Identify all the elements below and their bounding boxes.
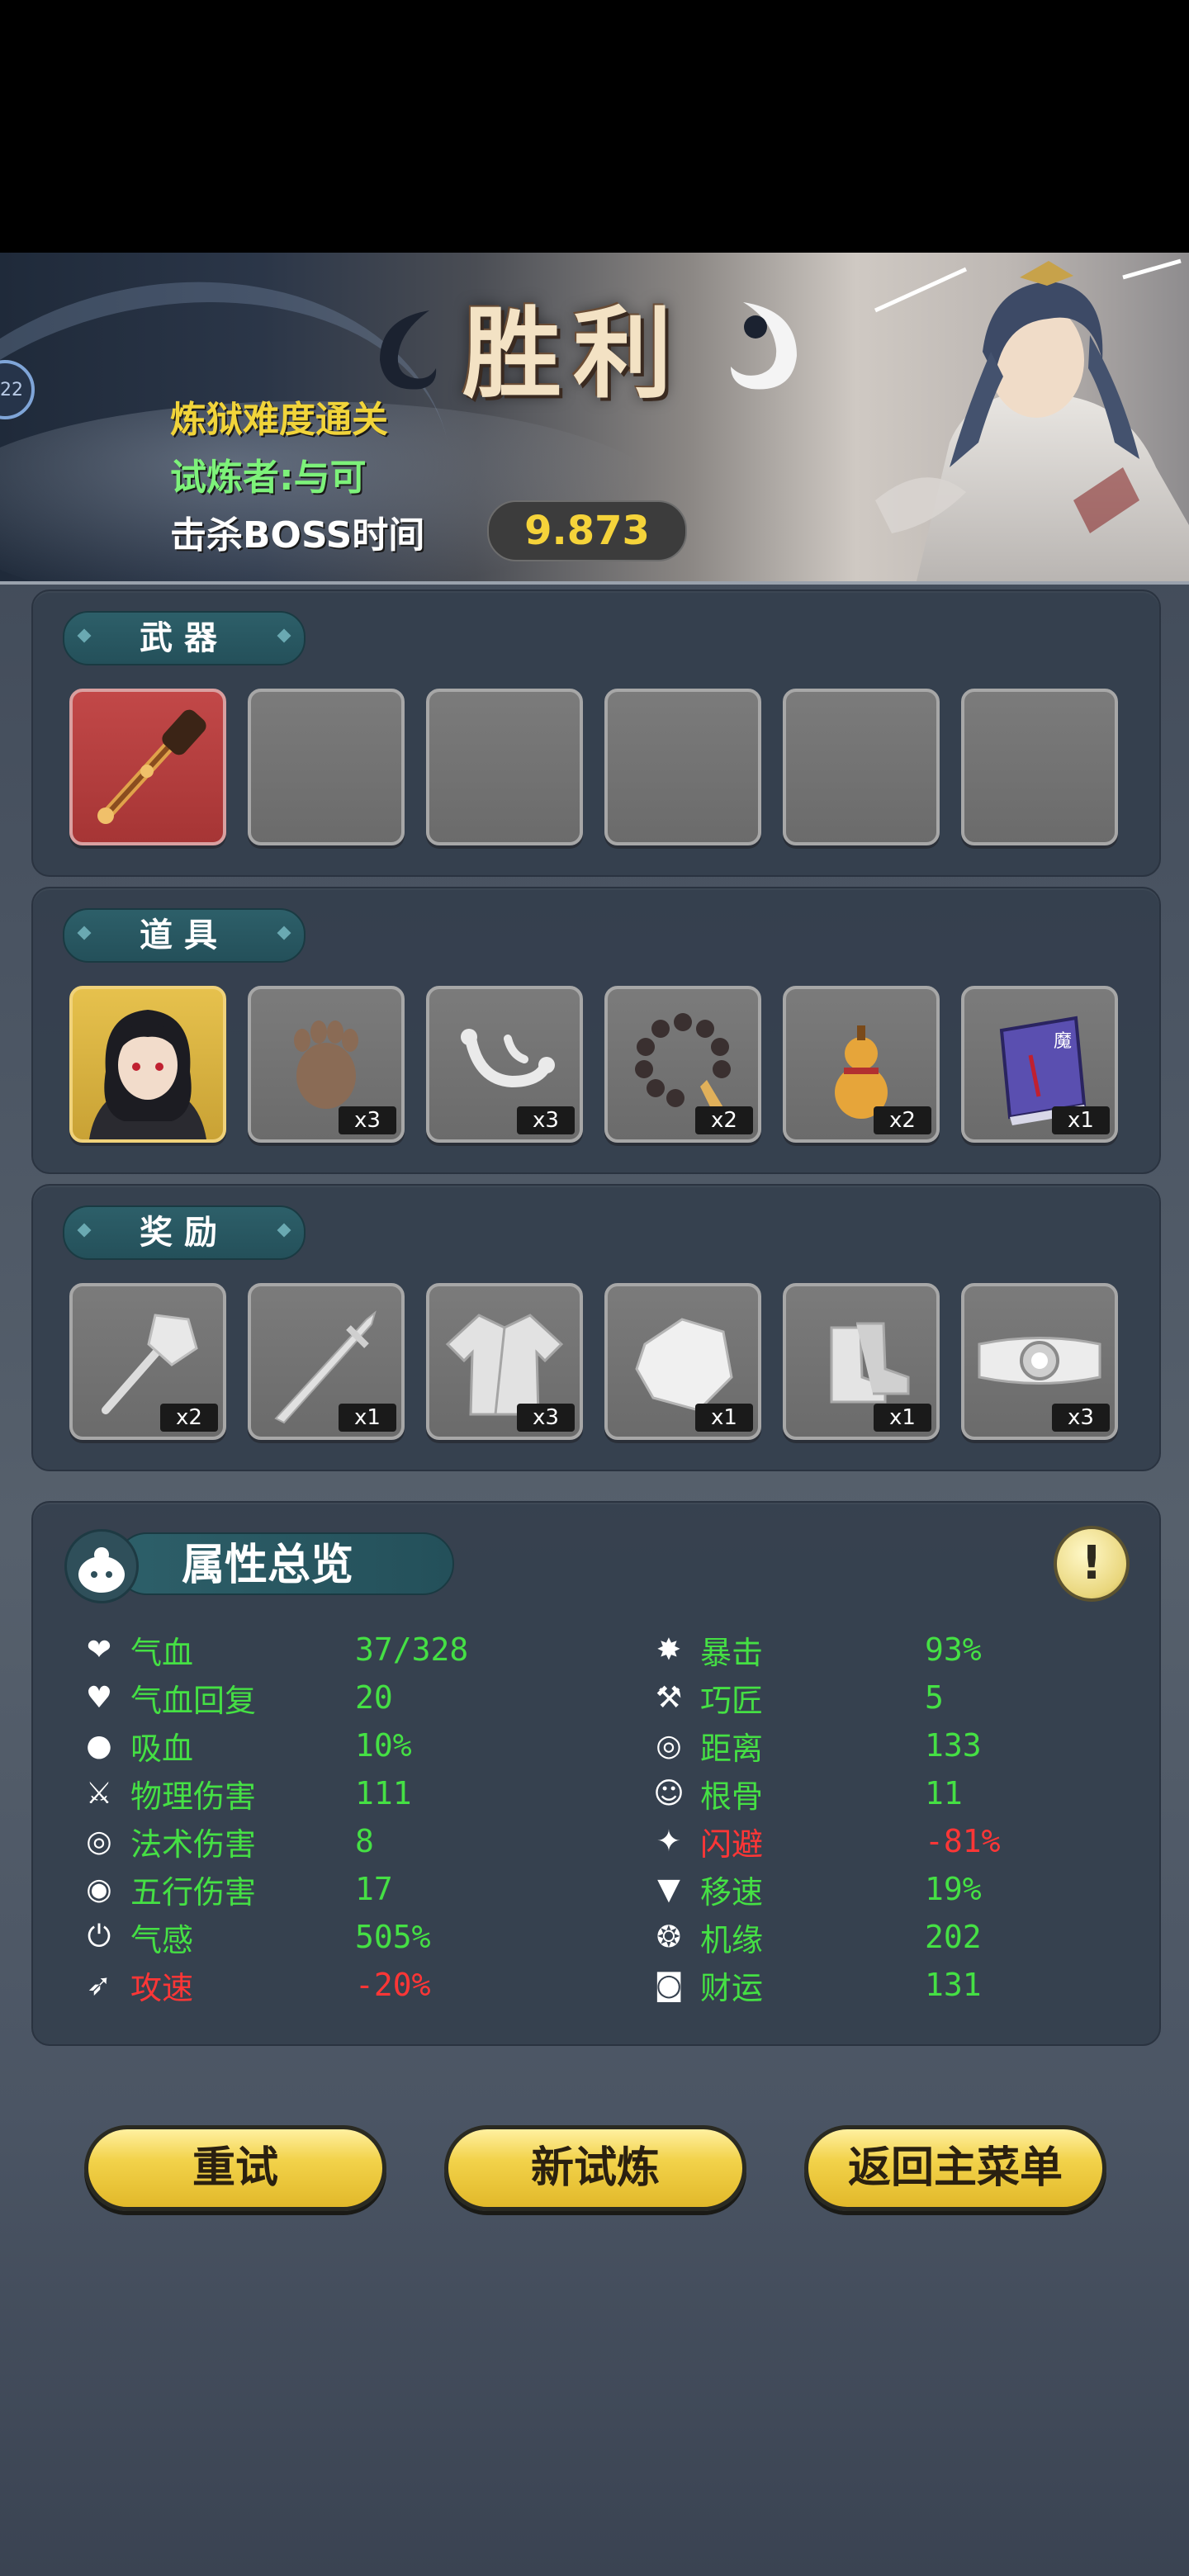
weapon-slot[interactable] (248, 689, 405, 845)
swirl-icon: ◎ (86, 1824, 112, 1859)
rings-icon: ◉ (86, 1872, 112, 1906)
weapons-panel: 武器 (31, 590, 1161, 877)
hammer-icon: ⚒ (655, 1680, 683, 1715)
items-label: 道具 (63, 908, 306, 963)
weapon-slot[interactable] (426, 689, 583, 845)
dodge-icon: ✦ (656, 1824, 682, 1859)
info-button[interactable]: ! (1054, 1526, 1130, 1602)
weapons-label: 武器 (63, 611, 306, 665)
boot-icon: ▼ (657, 1872, 680, 1906)
weapon-slot[interactable] (783, 689, 940, 845)
item-slot[interactable] (69, 986, 226, 1143)
reward-count: x1 (695, 1404, 753, 1432)
item-count: x3 (339, 1106, 396, 1134)
reward-slot[interactable]: x1 (248, 1283, 405, 1440)
attribute-row: ✸ 暴击 93% (649, 1628, 982, 1671)
retry-button[interactable]: 重试 (84, 2125, 386, 2211)
attribute-row: ◎ 距离 133 (649, 1724, 981, 1767)
attribute-row: ◙ 财运 131 (649, 1963, 982, 2006)
attribute-row: ▼ 移速 19% (649, 1868, 981, 1911)
items-panel: 道具 x3 x3 x2 x2 魔 x1 (31, 887, 1161, 1174)
attribute-row: ☺ 根骨 11 (649, 1772, 963, 1815)
attribute-row: ● 吸血 10% (79, 1724, 411, 1767)
attribute-row: ⏻ 气感 505% (79, 1915, 431, 1958)
swirl-left-icon (380, 310, 437, 390)
fortune-icon: ❂ (656, 1920, 682, 1954)
attribute-row: ❂ 机缘 202 (649, 1915, 982, 1958)
item-slot[interactable]: x2 (783, 986, 940, 1143)
attribute-row: ◎ 法术伤害 8 (79, 1820, 374, 1863)
attribute-row: ◉ 五行伤害 17 (79, 1868, 392, 1911)
boss-time-label: 击杀BOSS时间 (170, 514, 425, 556)
hero-illustration (874, 258, 1189, 581)
drop-icon: ● (86, 1728, 112, 1763)
power-icon: ⏻ (87, 1920, 111, 1953)
spirit-icon (64, 1529, 139, 1603)
swirl-right-icon (731, 302, 797, 390)
reward-slot[interactable]: x1 (604, 1283, 761, 1440)
item-slot[interactable]: 魔 x1 (961, 986, 1118, 1143)
reward-count: x3 (1052, 1404, 1110, 1432)
heart-icon: ❤ (86, 1632, 112, 1667)
reward-slot[interactable]: x2 (69, 1283, 226, 1440)
attributes-panel: 属性总览 ! ❤ 气血 37/328 ♥ 气血回复 20 ● 吸血 10% ⚔ … (31, 1501, 1161, 2046)
item-count: x2 (874, 1106, 931, 1134)
item-slot[interactable]: x2 (604, 986, 761, 1143)
attributes-title: 属性总览 (116, 1532, 454, 1595)
staff-icon (97, 709, 206, 824)
victory-title: 胜利 (462, 296, 684, 412)
reward-slot[interactable]: x3 (961, 1283, 1118, 1440)
heart-regen-icon: ♥ (85, 1680, 113, 1715)
item-slot[interactable]: x3 (248, 986, 405, 1143)
svg-text:魔: 魔 (1054, 1031, 1072, 1052)
speed-icon: ➶ (86, 1968, 112, 2002)
coin-icon: ◙ (654, 1968, 684, 2002)
victory-banner: 胜利 22 炼狱难度通关 试炼者:与可 击杀BOSS时间 9.873 (0, 253, 1189, 585)
crit-icon: ✸ (656, 1632, 682, 1667)
item-count: x2 (695, 1106, 753, 1134)
challenger-text: 试炼者:与可 (170, 457, 367, 499)
attribute-row: ✦ 闪避 -81% (649, 1820, 1001, 1863)
item-count: x3 (517, 1106, 575, 1134)
new-trial-button[interactable]: 新试炼 (444, 2125, 746, 2211)
item-count: x1 (1052, 1106, 1110, 1134)
attribute-row: ⚔ 物理伤害 111 (79, 1772, 412, 1815)
reward-count: x1 (874, 1404, 931, 1432)
boss-time-value: 9.873 (487, 500, 687, 561)
attribute-row: ➶ 攻速 -20% (79, 1963, 431, 2006)
character-portrait-icon (89, 1010, 206, 1139)
reward-count: x1 (339, 1404, 396, 1432)
main-menu-button[interactable]: 返回主菜单 (804, 2125, 1106, 2211)
reward-slot[interactable]: x1 (783, 1283, 940, 1440)
attribute-row: ⚒ 巧匠 5 (649, 1676, 944, 1719)
rewards-panel: 奖励 x2 x1 x3 x1 x1 x3 (31, 1184, 1161, 1471)
person-icon: ☺ (653, 1776, 685, 1811)
weapon-slot[interactable] (69, 689, 226, 845)
blade-icon: ⚔ (85, 1776, 113, 1811)
reward-count: x3 (517, 1404, 575, 1432)
item-slot[interactable]: x3 (426, 986, 583, 1143)
attribute-row: ♥ 气血回复 20 (79, 1676, 393, 1719)
difficulty-text: 炼狱难度通关 (170, 399, 388, 441)
rewards-label: 奖励 (63, 1205, 306, 1260)
status-area (0, 0, 1189, 253)
reward-count: x2 (160, 1404, 218, 1432)
weapon-slot[interactable] (961, 689, 1118, 845)
attribute-row: ❤ 气血 37/328 (79, 1628, 468, 1671)
target-icon: ◎ (656, 1728, 682, 1763)
weapon-slot[interactable] (604, 689, 761, 845)
reward-slot[interactable]: x3 (426, 1283, 583, 1440)
